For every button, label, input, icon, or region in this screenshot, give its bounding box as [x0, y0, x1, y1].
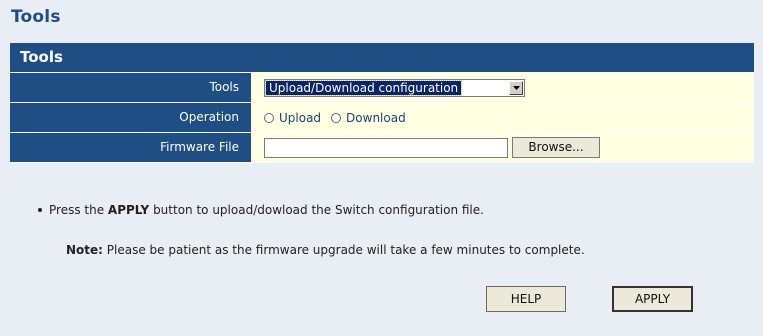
tools-value-cell: Upload/Download configuration — [252, 73, 754, 102]
operation-row: Operation Upload Download — [10, 103, 754, 133]
upload-radio[interactable] — [264, 112, 274, 123]
browse-button[interactable]: Browse... — [512, 137, 600, 158]
download-radio-label[interactable]: Download — [346, 111, 406, 125]
tools-row: Tools Upload/Download configuration — [10, 73, 754, 103]
apply-button[interactable]: APPLY — [612, 286, 693, 312]
instruction-text-post: button to upload/dowload the Switch conf… — [149, 203, 484, 217]
note-text: Note: Please be patient as the firmware … — [66, 243, 585, 257]
firmware-row: Firmware File Browse... — [10, 133, 754, 163]
help-button[interactable]: HELP — [486, 286, 566, 312]
tools-select[interactable]: Upload/Download configuration — [264, 78, 525, 97]
note-label: Note: — [66, 243, 103, 257]
tools-select-value: Upload/Download configuration — [264, 79, 463, 96]
bullet-icon — [38, 207, 42, 212]
panel-header: Tools — [10, 43, 754, 73]
chevron-down-icon[interactable] — [509, 80, 523, 95]
firmware-label: Firmware File — [10, 133, 252, 162]
operation-radio-group: Upload Download — [264, 111, 416, 125]
operation-value-cell: Upload Download — [252, 103, 754, 132]
instruction-apply-bold: APPLY — [107, 203, 150, 217]
download-radio[interactable] — [331, 112, 342, 123]
note-body: Please be patient as the firmware upgrad… — [102, 243, 585, 257]
tools-panel: Tools Tools Upload/Download configuratio… — [10, 43, 754, 163]
page-title: Tools — [11, 7, 61, 27]
upload-radio-label[interactable]: Upload — [279, 111, 321, 125]
operation-label: Operation — [10, 103, 252, 132]
firmware-value-cell: Browse... — [252, 133, 754, 162]
instruction-text-pre: Press the — [49, 203, 108, 217]
tools-label: Tools — [10, 73, 252, 102]
firmware-file-input[interactable] — [264, 137, 508, 158]
apply-instruction: Press the APPLY button to upload/dowload… — [38, 203, 484, 217]
